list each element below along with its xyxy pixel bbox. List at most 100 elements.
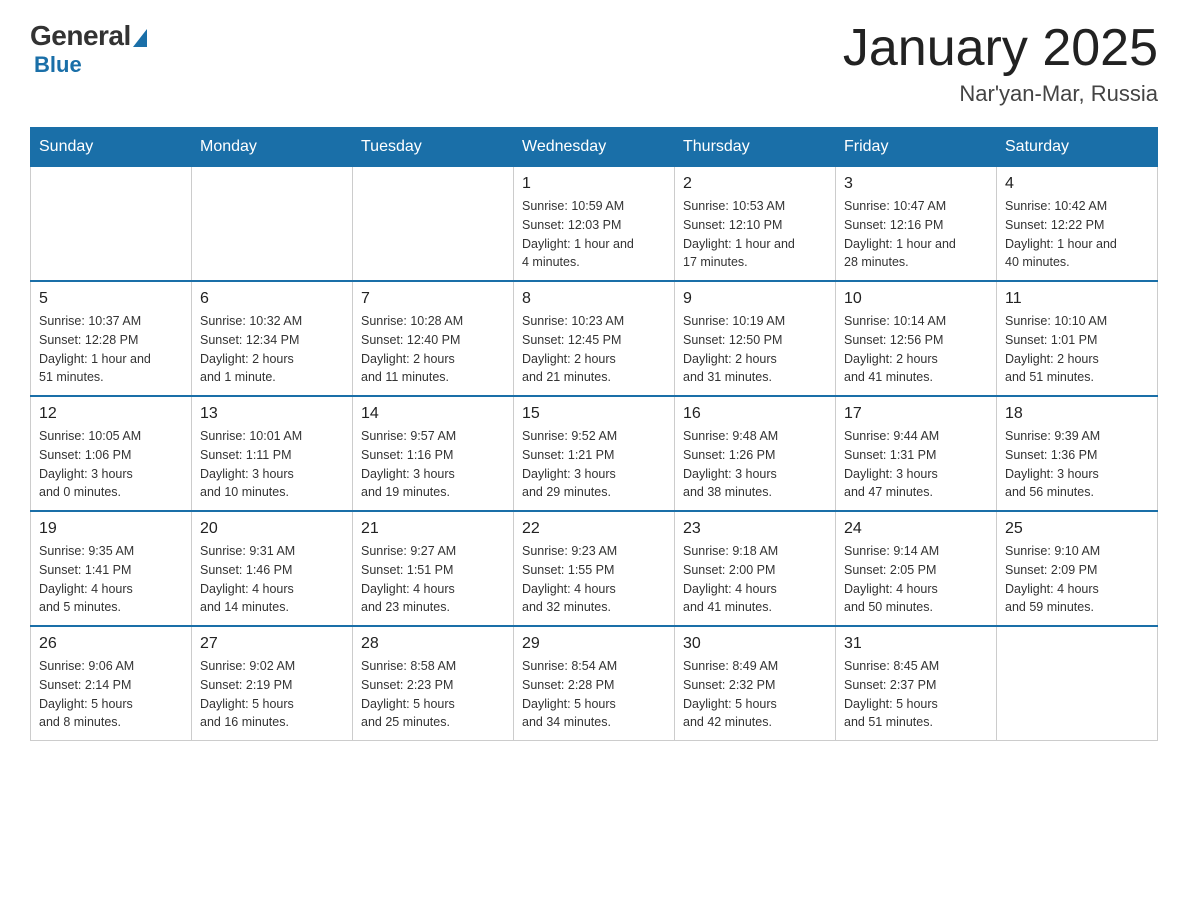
day-info: Sunrise: 8:49 AM Sunset: 2:32 PM Dayligh…: [683, 657, 827, 732]
calendar-cell: 25 Sunrise: 9:10 AM Sunset: 2:09 PM Dayli…: [997, 511, 1158, 626]
calendar-cell: 31 Sunrise: 8:45 AM Sunset: 2:37 PM Dayli…: [836, 626, 997, 741]
day-info: Sunrise: 9:52 AM Sunset: 1:21 PM Dayligh…: [522, 427, 666, 502]
calendar-cell: [353, 167, 514, 282]
weekday-header-friday: Friday: [836, 128, 997, 167]
day-number: 20: [200, 520, 344, 538]
day-info: Sunrise: 8:45 AM Sunset: 2:37 PM Dayligh…: [844, 657, 988, 732]
calendar-cell: 18 Sunrise: 9:39 AM Sunset: 1:36 PM Dayli…: [997, 396, 1158, 511]
weekday-header-sunday: Sunday: [31, 128, 192, 167]
day-info: Sunrise: 9:14 AM Sunset: 2:05 PM Dayligh…: [844, 542, 988, 617]
day-number: 25: [1005, 520, 1149, 538]
calendar-cell: 14 Sunrise: 9:57 AM Sunset: 1:16 PM Dayli…: [353, 396, 514, 511]
calendar-cell: 5Sunrise: 10:37 AM Sunset: 12:28 PM Dayl…: [31, 281, 192, 396]
calendar-cell: 6 Sunrise: 10:32 AM Sunset: 12:34 PM Dayl…: [192, 281, 353, 396]
day-info: Sunrise: 10:59 AM Sunset: 12:03 PM Dayli…: [522, 197, 666, 272]
calendar-table: SundayMondayTuesdayWednesdayThursdayFrid…: [30, 127, 1158, 741]
calendar-cell: [997, 626, 1158, 741]
day-info: Sunrise: 10:10 AM Sunset: 1:01 PM Daylig…: [1005, 312, 1149, 387]
calendar-cell: 9 Sunrise: 10:19 AM Sunset: 12:50 PM Dayl…: [675, 281, 836, 396]
day-info: Sunrise: 9:44 AM Sunset: 1:31 PM Dayligh…: [844, 427, 988, 502]
weekday-header-wednesday: Wednesday: [514, 128, 675, 167]
calendar-cell: 8 Sunrise: 10:23 AM Sunset: 12:45 PM Dayl…: [514, 281, 675, 396]
day-number: 9: [683, 290, 827, 308]
day-number: 13: [200, 405, 344, 423]
calendar-cell: 23 Sunrise: 9:18 AM Sunset: 2:00 PM Dayli…: [675, 511, 836, 626]
weekday-header-tuesday: Tuesday: [353, 128, 514, 167]
logo: General Blue: [30, 20, 147, 78]
day-number: 23: [683, 520, 827, 538]
day-number: 30: [683, 635, 827, 653]
logo-general-text: General: [30, 20, 131, 52]
calendar-week-row: 5Sunrise: 10:37 AM Sunset: 12:28 PM Dayl…: [31, 281, 1158, 396]
day-number: 3: [844, 175, 988, 193]
calendar-cell: 19Sunrise: 9:35 AM Sunset: 1:41 PM Dayli…: [31, 511, 192, 626]
day-number: 28: [361, 635, 505, 653]
day-number: 7: [361, 290, 505, 308]
day-info: Sunrise: 10:23 AM Sunset: 12:45 PM Dayli…: [522, 312, 666, 387]
day-info: Sunrise: 10:32 AM Sunset: 12:34 PM Dayli…: [200, 312, 344, 387]
day-number: 2: [683, 175, 827, 193]
calendar-cell: 3 Sunrise: 10:47 AM Sunset: 12:16 PM Dayl…: [836, 167, 997, 282]
day-info: Sunrise: 9:48 AM Sunset: 1:26 PM Dayligh…: [683, 427, 827, 502]
calendar-cell: 12 Sunrise: 10:05 AM Sunset: 1:06 PM Dayl…: [31, 396, 192, 511]
day-info: Sunrise: 10:53 AM Sunset: 12:10 PM Dayli…: [683, 197, 827, 272]
calendar-cell: 11Sunrise: 10:10 AM Sunset: 1:01 PM Dayl…: [997, 281, 1158, 396]
day-number: 15: [522, 405, 666, 423]
day-number: 14: [361, 405, 505, 423]
calendar-cell: 26 Sunrise: 9:06 AM Sunset: 2:14 PM Dayli…: [31, 626, 192, 741]
day-number: 8: [522, 290, 666, 308]
calendar-cell: 30 Sunrise: 8:49 AM Sunset: 2:32 PM Dayli…: [675, 626, 836, 741]
day-number: 26: [39, 635, 183, 653]
day-number: 22: [522, 520, 666, 538]
day-info: Sunrise: 10:47 AM Sunset: 12:16 PM Dayli…: [844, 197, 988, 272]
weekday-header-thursday: Thursday: [675, 128, 836, 167]
day-info: Sunrise: 10:19 AM Sunset: 12:50 PM Dayli…: [683, 312, 827, 387]
day-number: 10: [844, 290, 988, 308]
calendar-cell: 1 Sunrise: 10:59 AM Sunset: 12:03 PM Dayl…: [514, 167, 675, 282]
day-number: 4: [1005, 175, 1149, 193]
day-number: 6: [200, 290, 344, 308]
calendar-cell: [31, 167, 192, 282]
day-info: Sunrise: 8:54 AM Sunset: 2:28 PM Dayligh…: [522, 657, 666, 732]
calendar-cell: 22 Sunrise: 9:23 AM Sunset: 1:55 PM Dayli…: [514, 511, 675, 626]
calendar-cell: 16Sunrise: 9:48 AM Sunset: 1:26 PM Dayli…: [675, 396, 836, 511]
calendar-cell: 4Sunrise: 10:42 AM Sunset: 12:22 PM Dayl…: [997, 167, 1158, 282]
day-info: Sunrise: 9:57 AM Sunset: 1:16 PM Dayligh…: [361, 427, 505, 502]
location-text: Nar'yan-Mar, Russia: [843, 81, 1158, 107]
day-info: Sunrise: 9:23 AM Sunset: 1:55 PM Dayligh…: [522, 542, 666, 617]
day-info: Sunrise: 9:10 AM Sunset: 2:09 PM Dayligh…: [1005, 542, 1149, 617]
day-info: Sunrise: 9:18 AM Sunset: 2:00 PM Dayligh…: [683, 542, 827, 617]
day-number: 18: [1005, 405, 1149, 423]
calendar-cell: 21Sunrise: 9:27 AM Sunset: 1:51 PM Dayli…: [353, 511, 514, 626]
day-info: Sunrise: 9:39 AM Sunset: 1:36 PM Dayligh…: [1005, 427, 1149, 502]
title-section: January 2025 Nar'yan-Mar, Russia: [843, 20, 1158, 107]
calendar-cell: 28Sunrise: 8:58 AM Sunset: 2:23 PM Dayli…: [353, 626, 514, 741]
day-info: Sunrise: 10:05 AM Sunset: 1:06 PM Daylig…: [39, 427, 183, 502]
day-info: Sunrise: 10:37 AM Sunset: 12:28 PM Dayli…: [39, 312, 183, 387]
day-info: Sunrise: 10:01 AM Sunset: 1:11 PM Daylig…: [200, 427, 344, 502]
day-info: Sunrise: 9:06 AM Sunset: 2:14 PM Dayligh…: [39, 657, 183, 732]
calendar-cell: 7Sunrise: 10:28 AM Sunset: 12:40 PM Dayl…: [353, 281, 514, 396]
weekday-header-saturday: Saturday: [997, 128, 1158, 167]
day-info: Sunrise: 9:02 AM Sunset: 2:19 PM Dayligh…: [200, 657, 344, 732]
calendar-cell: 15 Sunrise: 9:52 AM Sunset: 1:21 PM Dayli…: [514, 396, 675, 511]
page-header: General Blue January 2025 Nar'yan-Mar, R…: [30, 20, 1158, 107]
day-number: 1: [522, 175, 666, 193]
day-info: Sunrise: 9:27 AM Sunset: 1:51 PM Dayligh…: [361, 542, 505, 617]
calendar-cell: 20 Sunrise: 9:31 AM Sunset: 1:46 PM Dayli…: [192, 511, 353, 626]
weekday-header-monday: Monday: [192, 128, 353, 167]
day-number: 17: [844, 405, 988, 423]
calendar-cell: [192, 167, 353, 282]
calendar-week-row: 1 Sunrise: 10:59 AM Sunset: 12:03 PM Dayl…: [31, 167, 1158, 282]
calendar-cell: 17 Sunrise: 9:44 AM Sunset: 1:31 PM Dayli…: [836, 396, 997, 511]
logo-blue-text: Blue: [34, 52, 82, 78]
calendar-cell: 24 Sunrise: 9:14 AM Sunset: 2:05 PM Dayli…: [836, 511, 997, 626]
day-number: 19: [39, 520, 183, 538]
calendar-week-row: 12 Sunrise: 10:05 AM Sunset: 1:06 PM Dayl…: [31, 396, 1158, 511]
day-info: Sunrise: 9:31 AM Sunset: 1:46 PM Dayligh…: [200, 542, 344, 617]
day-number: 24: [844, 520, 988, 538]
calendar-cell: 29 Sunrise: 8:54 AM Sunset: 2:28 PM Dayli…: [514, 626, 675, 741]
day-number: 31: [844, 635, 988, 653]
day-number: 12: [39, 405, 183, 423]
day-number: 29: [522, 635, 666, 653]
